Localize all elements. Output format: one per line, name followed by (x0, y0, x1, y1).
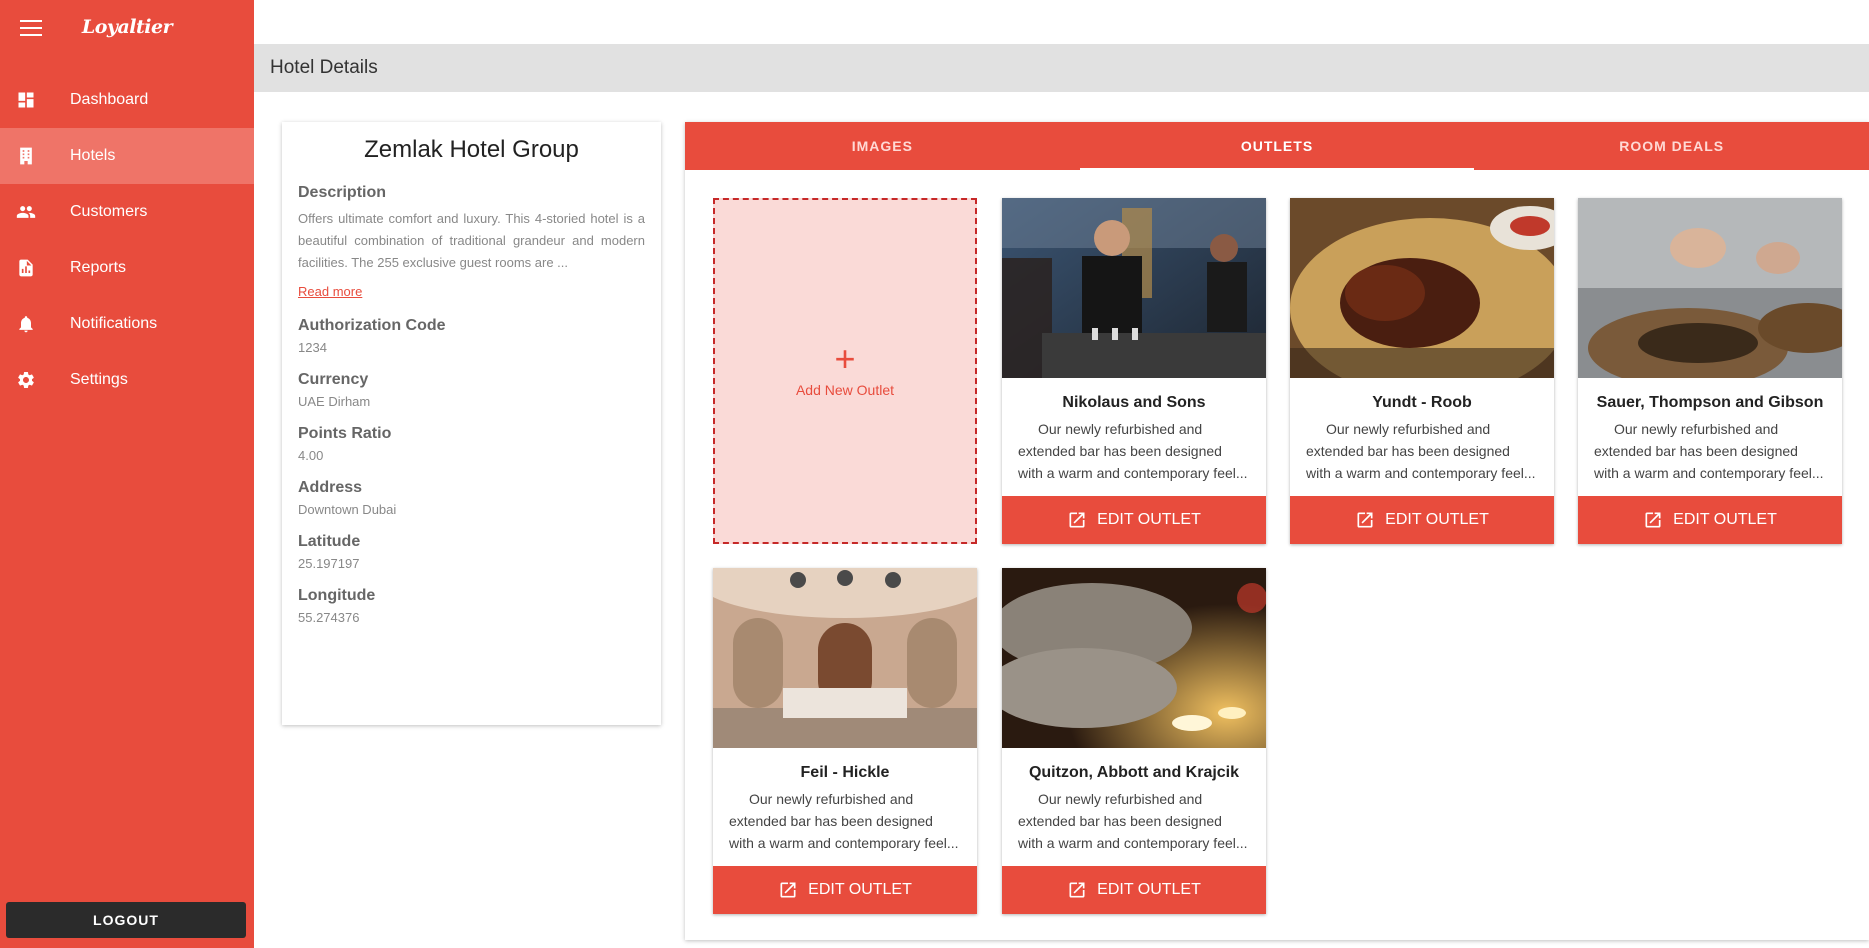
sidebar: Loyaltier Dashboard Hotels Customers Rep… (0, 0, 254, 948)
logout-button[interactable]: LOGOUT (6, 902, 246, 938)
hotel-info-card: Zemlak Hotel Group Description Offers ul… (282, 122, 661, 725)
tab-images[interactable]: IMAGES (685, 122, 1080, 170)
sidebar-item-label: Dashboard (70, 91, 149, 108)
app-logo: Loyaltier (81, 16, 173, 38)
outlet-name: Sauer, Thompson and Gibson (1596, 394, 1824, 411)
longitude-label: Longitude (298, 587, 376, 604)
description-label: Description (298, 184, 387, 201)
outlet-name: Yundt - Roob (1372, 394, 1472, 411)
address-label: Address (298, 479, 363, 496)
sidebar-item-notifications[interactable]: Notifications (0, 296, 254, 352)
longitude-value: 55.274376 (298, 610, 360, 625)
hotel-name: Zemlak Hotel Group (364, 136, 579, 163)
edit-icon (1645, 512, 1661, 528)
gear-icon (16, 370, 36, 390)
building-icon (16, 146, 36, 166)
add-outlet-card[interactable]: + Add New Outlet (713, 198, 977, 544)
edit-outlet-button[interactable]: EDIT OUTLET (1578, 496, 1842, 544)
outlet-card: Nikolaus and Sons Our newly refurbished … (1002, 198, 1266, 544)
sidebar-item-label: Reports (70, 259, 127, 276)
outlet-card: Quitzon, Abbott and Krajcik Our newly re… (987, 568, 1267, 914)
auth-code-label: Authorization Code (298, 317, 446, 334)
edit-icon (780, 882, 796, 898)
outlet-image-hammam (695, 538, 995, 748)
description-text: Offers ultimate comfort and luxury. This… (298, 211, 645, 270)
sidebar-item-label: Customers (70, 203, 148, 220)
edit-outlet-label: EDIT OUTLET (808, 881, 912, 898)
edit-icon (1069, 882, 1085, 898)
outlet-name: Feil - Hickle (800, 764, 890, 781)
sidebar-item-hotels[interactable]: Hotels (0, 128, 254, 184)
points-ratio-label: Points Ratio (298, 425, 392, 442)
sidebar-item-label: Hotels (70, 147, 116, 164)
outlet-image-chef (1578, 198, 1858, 388)
edit-icon (1357, 512, 1373, 528)
currency-label: Currency (298, 371, 369, 388)
edit-outlet-button[interactable]: EDIT OUTLET (1002, 866, 1266, 914)
read-more-link[interactable]: Read more (298, 284, 362, 299)
tab-bar: IMAGES OUTLETS ROOM DEALS (685, 122, 1869, 170)
latitude-label: Latitude (298, 533, 361, 550)
sidebar-header: Loyaltier (0, 0, 254, 58)
outlet-description: Our newly refurbished and extended bar h… (1018, 421, 1248, 481)
edit-outlet-button[interactable]: EDIT OUTLET (1002, 496, 1266, 544)
edit-outlet-label: EDIT OUTLET (1097, 511, 1201, 528)
outlet-image-spa (987, 568, 1267, 748)
sidebar-nav: Dashboard Hotels Customers Reports Notif… (0, 72, 254, 408)
outlet-image-food (1290, 198, 1570, 398)
outlet-card: Sauer, Thompson and Gibson Our newly ref… (1578, 198, 1858, 544)
tab-outlets[interactable]: OUTLETS (1079, 122, 1475, 170)
outlet-description: Our newly refurbished and extended bar h… (729, 791, 959, 851)
people-icon (16, 202, 36, 222)
tab-room-deals[interactable]: ROOM DEALS (1474, 122, 1869, 170)
bell-icon (16, 314, 36, 334)
edit-icon (1069, 512, 1085, 528)
outlet-name: Nikolaus and Sons (1062, 394, 1206, 411)
points-ratio-value: 4.00 (298, 448, 324, 463)
edit-outlet-label: EDIT OUTLET (1385, 511, 1489, 528)
sidebar-item-label: Settings (70, 371, 128, 388)
sidebar-item-reports[interactable]: Reports (0, 240, 254, 296)
address-value: Downtown Dubai (298, 502, 397, 517)
edit-outlet-label: EDIT OUTLET (1097, 881, 1201, 898)
outlet-image-bar (1002, 198, 1266, 378)
sidebar-item-customers[interactable]: Customers (0, 184, 254, 240)
add-outlet-label: Add New Outlet (795, 382, 895, 398)
auth-code-value: 1234 (298, 340, 327, 355)
report-icon (16, 258, 36, 278)
outlet-description: Our newly refurbished and extended bar h… (1018, 791, 1248, 851)
edit-outlet-label: EDIT OUTLET (1673, 511, 1777, 528)
sidebar-item-settings[interactable]: Settings (0, 352, 254, 408)
outlet-name: Quitzon, Abbott and Krajcik (1028, 764, 1240, 781)
edit-outlet-button[interactable]: EDIT OUTLET (1290, 496, 1554, 544)
edit-outlet-button[interactable]: EDIT OUTLET (713, 866, 977, 914)
outlet-description: Our newly refurbished and extended bar h… (1594, 421, 1824, 481)
sidebar-item-dashboard[interactable]: Dashboard (0, 72, 254, 128)
page-title: Hotel Details (254, 44, 1869, 92)
sidebar-item-label: Notifications (70, 315, 158, 332)
tabs-panel: IMAGES OUTLETS ROOM DEALS + Add New Outl… (685, 122, 1869, 940)
plus-icon: + (834, 338, 856, 379)
outlet-card: Feil - Hickle Our newly refurbished and … (695, 538, 995, 914)
latitude-value: 25.197197 (298, 556, 360, 571)
outlet-card: Yundt - Roob Our newly refurbished and e… (1290, 198, 1570, 544)
currency-value: UAE Dirham (298, 394, 371, 409)
dashboard-icon (16, 90, 36, 110)
outlet-description: Our newly refurbished and extended bar h… (1306, 421, 1536, 481)
